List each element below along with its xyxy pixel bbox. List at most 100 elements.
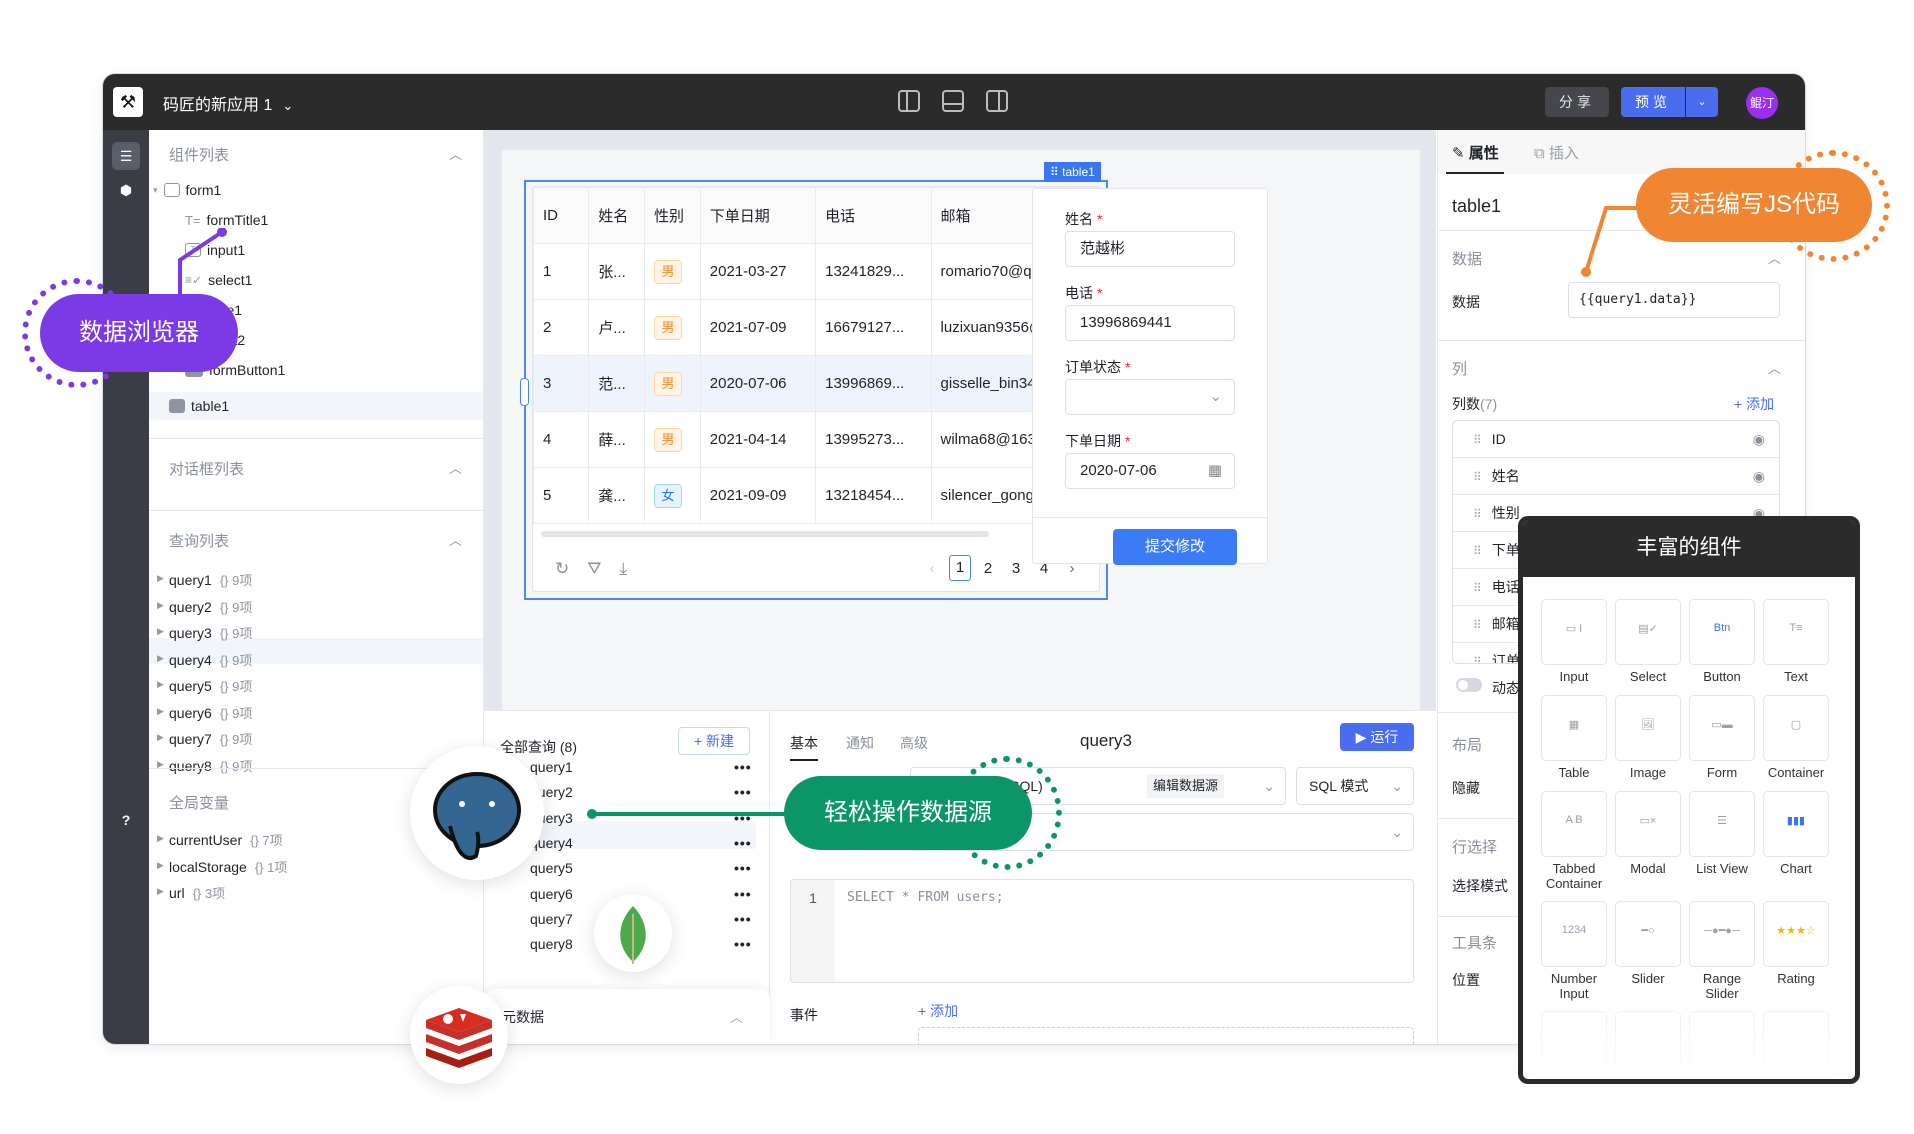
share-button[interactable]: 分享 (1545, 87, 1609, 117)
query-list-item[interactable]: query8 (530, 936, 573, 952)
tree-item-table1[interactable]: table1 (169, 394, 229, 418)
drag-handle-icon[interactable]: ⠿ (1473, 544, 1482, 558)
eye-icon[interactable]: ◉ (1753, 421, 1765, 457)
dynamic-columns-toggle[interactable] (1456, 678, 1482, 692)
component-tile[interactable]: ▭× Modal (1615, 791, 1681, 887)
column-item[interactable]: ⠿ ID ◉ (1453, 421, 1779, 458)
help-icon[interactable]: ? (112, 806, 140, 834)
status-select[interactable]: ⌄ (1065, 379, 1235, 415)
table-row[interactable]: 1 张... 男 2021-03-27 13241829... romario70@qq.… (533, 243, 1099, 300)
table1-selection[interactable]: ⠿ table1 ID 姓名 性别 下单日期 电话 邮箱 1 张... 男 2021- (520, 162, 1112, 600)
name-input[interactable]: 范越彬 (1065, 231, 1235, 267)
new-query-button[interactable]: + 新建 (678, 727, 750, 755)
mode-select[interactable]: SQL 模式 ⌄ (1296, 767, 1414, 805)
component-tile[interactable]: T≡ Text (1763, 599, 1829, 695)
phone-input[interactable]: 13996869441 (1065, 305, 1235, 341)
query-list-item[interactable]: query7 (530, 911, 573, 927)
page-3[interactable]: 3 (1005, 560, 1027, 577)
tab-advanced[interactable]: 高级 (900, 733, 928, 753)
component-tile[interactable]: A B Tabbed Container (1541, 791, 1607, 901)
global-var-item[interactable]: ▶ url {} 3项 (157, 883, 225, 902)
tab-properties[interactable]: ✎ 属性 (1452, 142, 1499, 163)
col-header-id[interactable]: ID (533, 187, 590, 244)
more-options-icon[interactable]: ••• (734, 886, 752, 902)
query-tree-item[interactable]: ▶ query8{} 9项 (157, 756, 252, 775)
toggle-right-panel-icon[interactable] (986, 90, 1008, 112)
table-row[interactable]: 2 卢... 男 2021-07-09 16679127... luzixuan9356@… (533, 299, 1099, 356)
component-tile[interactable]: Btn Button (1689, 599, 1755, 695)
prev-page-icon[interactable]: ‹ (921, 560, 943, 577)
resize-handle-left[interactable] (520, 378, 529, 406)
submit-button[interactable]: 提交修改 (1113, 529, 1237, 565)
filter-icon[interactable]: ⛛ (587, 559, 601, 579)
table-row[interactable]: 4 薛... 男 2021-04-14 13995273... wilma68@163.c… (533, 411, 1099, 468)
page-2[interactable]: 2 (977, 560, 999, 577)
component-tree-icon[interactable]: ☰ (112, 142, 140, 170)
component-tile[interactable]: ▭▬ Form (1689, 695, 1755, 791)
component-tile[interactable]: ▤✓ Select (1615, 599, 1681, 695)
collapse-caret-icon[interactable]: ︿ (449, 458, 462, 477)
global-var-item[interactable]: ▶ localStorage {} 1项 (157, 857, 287, 876)
query-tree-item[interactable]: ▶ query7 {} 9项 (157, 729, 252, 748)
collapse-caret-icon[interactable]: ︿ (449, 144, 462, 163)
table1-tag[interactable]: ⠿ table1 (1044, 162, 1101, 182)
component-tile[interactable]: ━○ Slider (1615, 901, 1681, 997)
more-options-icon[interactable]: ••• (734, 759, 752, 775)
query-tree-item[interactable]: ▶ query6 {} 9项 (157, 703, 252, 722)
metadata-bar[interactable]: 元数据 ︿ (484, 989, 770, 1044)
component-tile[interactable]: 🖼 Image (1615, 695, 1681, 791)
component-tile[interactable]: ─●━●─ Range Slider (1689, 901, 1755, 1011)
col-header-name[interactable]: 姓名 (588, 187, 646, 244)
edit-datasource-button[interactable]: 编辑数据源 (1147, 774, 1225, 798)
component-tile[interactable]: 1234 Number Input (1541, 901, 1607, 1011)
query-tree-item[interactable]: ▶ query1 {} 9项 (157, 570, 252, 589)
tab-notify[interactable]: 通知 (846, 733, 874, 753)
tab-basic[interactable]: 基本 (790, 733, 818, 753)
drag-handle-icon[interactable]: ⠿ (1473, 655, 1482, 663)
col-header-phone[interactable]: 电话 (815, 187, 932, 244)
run-button[interactable]: ▶ 运行 (1340, 723, 1414, 751)
query-tree-item[interactable]: ▶ query2 {} 9项 (157, 597, 252, 616)
toggle-left-panel-icon[interactable] (898, 90, 920, 112)
download-icon[interactable]: ⤓ (620, 559, 628, 579)
add-event-link[interactable]: + 添加 (918, 1001, 958, 1021)
query-tree-item[interactable]: ▶ query3 {} 9项 (157, 623, 252, 642)
table-row[interactable]: 5 龚... 女 2021-09-09 13218454... silencer_gong… (533, 467, 1099, 524)
col-header-date[interactable]: 下单日期 (699, 187, 817, 244)
more-options-icon[interactable]: ••• (734, 936, 752, 952)
component-tile[interactable]: ▮▮▮ Chart (1763, 791, 1829, 887)
app-logo-icon[interactable]: ⚒ (113, 87, 143, 117)
horizontal-scrollbar[interactable] (541, 531, 989, 537)
app-title-menu[interactable]: 码匠的新应用 1 ⌄ (163, 91, 293, 115)
component-tile[interactable]: ▦ Table (1541, 695, 1607, 791)
component-tile[interactable]: ☰ List View (1689, 791, 1755, 901)
col-header-gender[interactable]: 性别 (644, 187, 701, 244)
drag-handle-icon[interactable]: ⠿ (1473, 618, 1482, 632)
query-tree-item[interactable]: ▶ query4 {} 9项 (157, 650, 252, 669)
more-options-icon[interactable]: ••• (734, 835, 752, 851)
collapse-caret-icon[interactable]: ︿ (449, 530, 462, 549)
component-tile[interactable]: ▢ Container (1763, 695, 1829, 791)
drag-handle-icon[interactable]: ⠿ (1473, 581, 1482, 595)
tab-insert[interactable]: ⧉ 插入 (1534, 142, 1579, 163)
collapse-caret-icon[interactable]: ︿ (1768, 248, 1781, 267)
drag-handle-icon[interactable]: ⠿ (1473, 507, 1482, 521)
settings-hex-icon[interactable]: ⬢ (112, 176, 140, 204)
drag-handle-icon[interactable]: ⠿ (1473, 470, 1482, 484)
event-dropzone[interactable] (918, 1027, 1414, 1044)
component-tile[interactable]: ▭ I Input (1541, 599, 1607, 695)
data-js-input[interactable]: {{query1.data}} (1568, 282, 1780, 318)
toggle-bottom-panel-icon[interactable] (942, 90, 964, 112)
table-row[interactable]: 3 范... 男 2020-07-06 13996869... gisselle_bin3… (533, 355, 1099, 412)
component-name[interactable]: table1 (1452, 196, 1501, 217)
preview-button[interactable]: 预览 (1621, 87, 1685, 117)
collapse-caret-icon[interactable]: ︿ (1768, 358, 1781, 377)
page-1[interactable]: 1 (949, 555, 971, 581)
more-options-icon[interactable]: ••• (734, 784, 752, 800)
preview-dropdown-chevron-icon[interactable]: ⌄ (1686, 87, 1718, 117)
collapse-caret-icon[interactable]: ︿ (730, 1007, 743, 1026)
drag-handle-icon[interactable]: ⠿ (1473, 433, 1482, 447)
eye-icon[interactable]: ◉ (1753, 458, 1765, 494)
query-list-item[interactable]: query6 (530, 886, 573, 902)
column-item[interactable]: ⠿ 姓名 ◉ (1453, 458, 1779, 495)
